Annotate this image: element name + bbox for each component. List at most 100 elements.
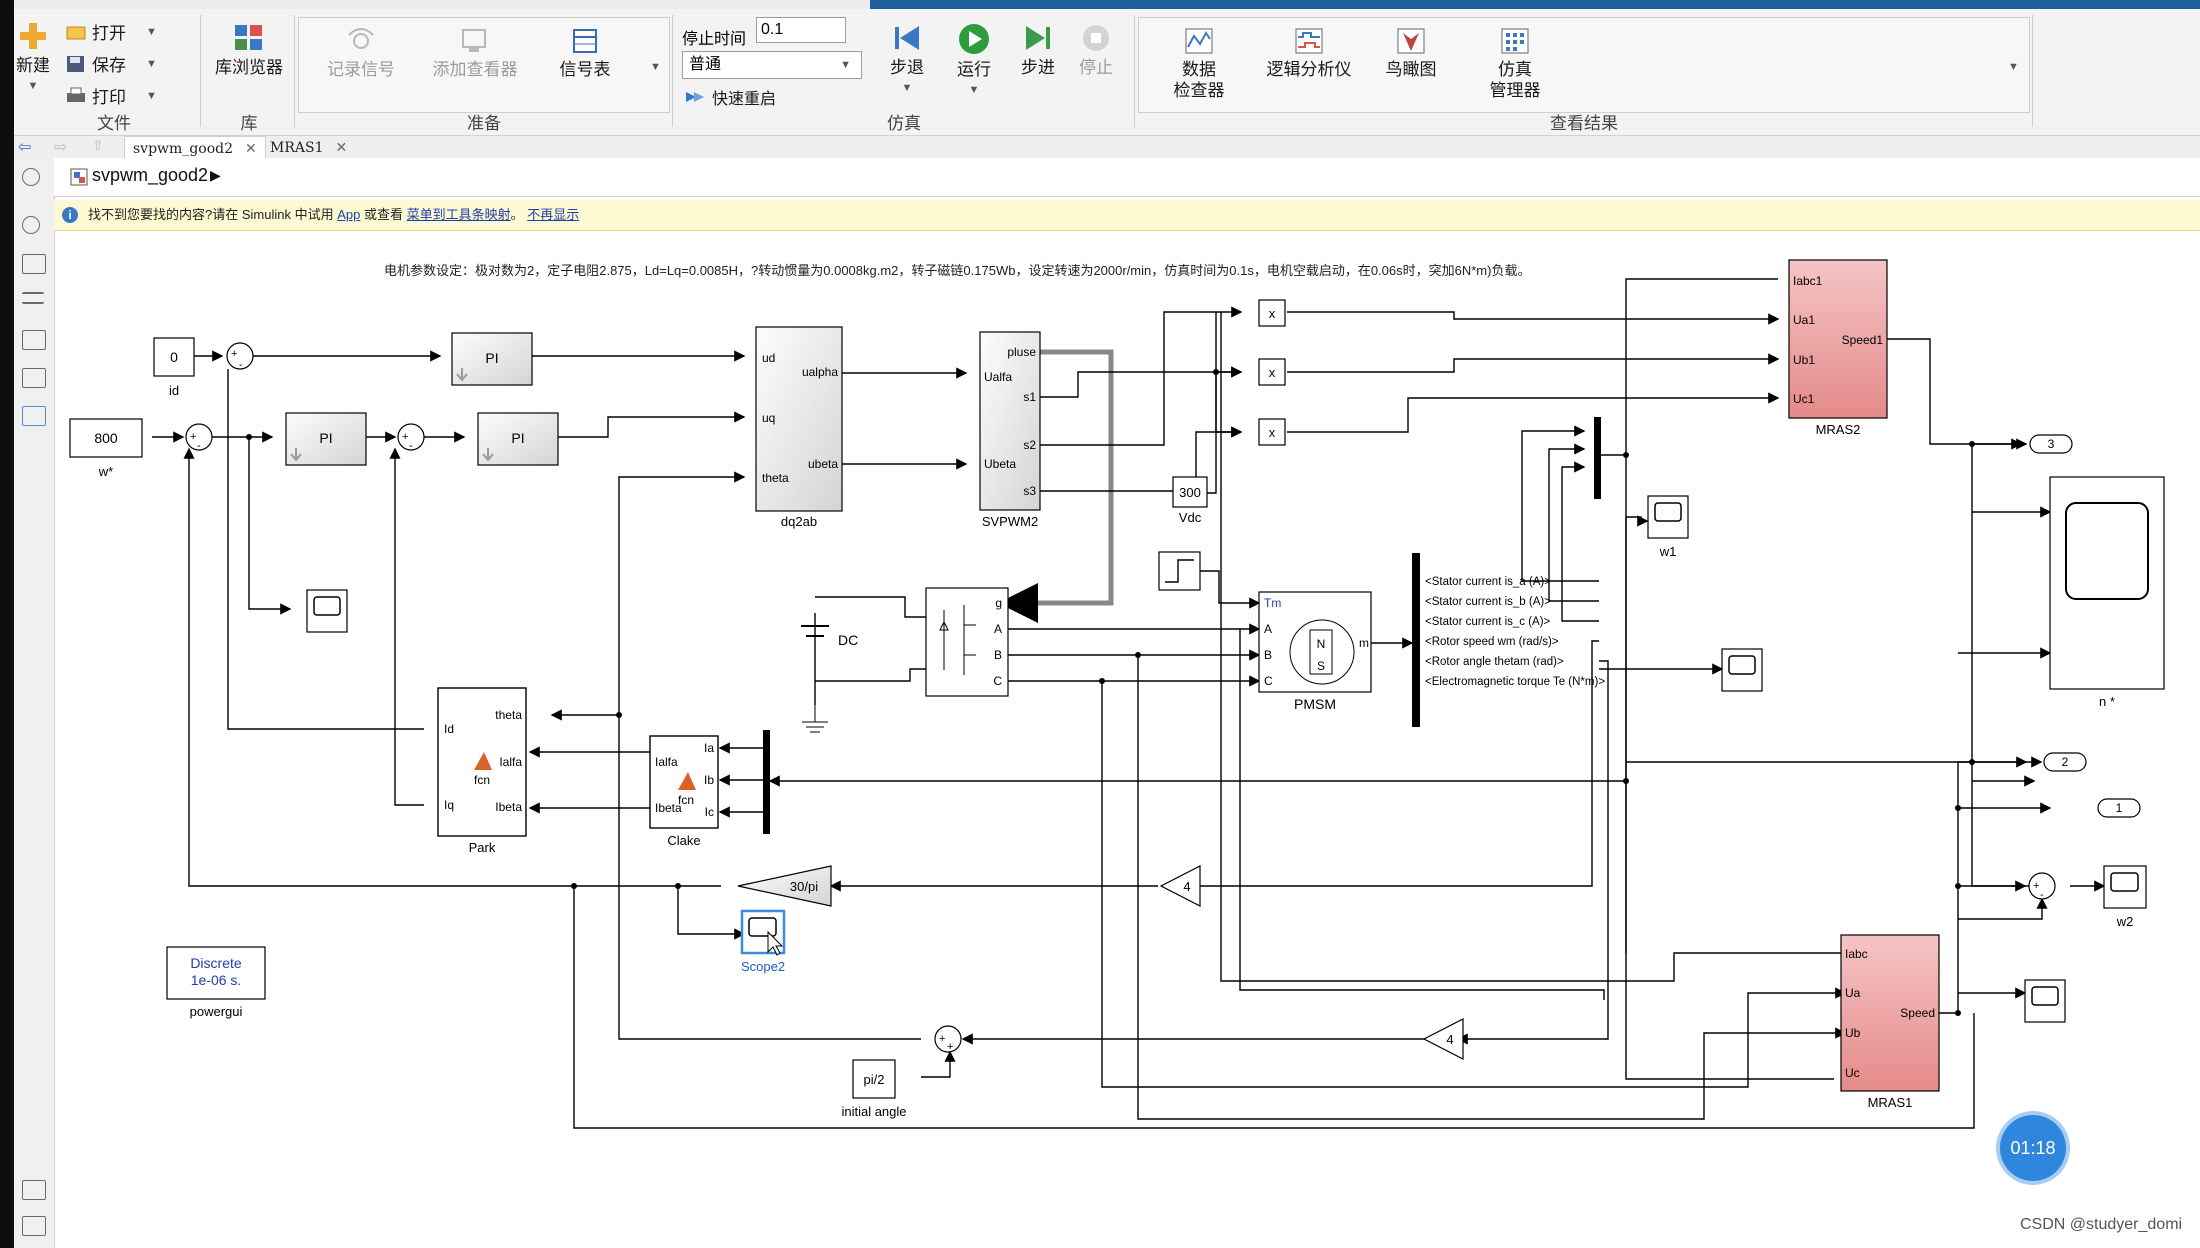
fcn-label: fcn	[678, 793, 694, 807]
recording-timer-badge: 01:18	[2000, 1115, 2066, 1181]
mux-block[interactable]	[1594, 417, 1601, 499]
block-label: x	[1269, 365, 1276, 380]
pi-controller-iq[interactable]: PI	[477, 412, 559, 466]
block-label: PI	[511, 430, 524, 446]
port-label: Ib	[704, 773, 714, 787]
rotor-pole-label: S	[1317, 659, 1325, 673]
scope-block-iq[interactable]	[306, 589, 348, 633]
port-label: B	[1264, 648, 1272, 662]
port-label: g	[995, 596, 1002, 610]
mux-block[interactable]	[763, 730, 770, 834]
block-label: Clake	[667, 833, 700, 848]
product-block[interactable]: x	[1258, 358, 1286, 386]
vdc-constant-block[interactable]: 300 Vdc	[1172, 476, 1208, 525]
mras2-subsystem[interactable]: Iabc1 Ua1 Ub1 Uc1 Speed1 MRAS2	[1788, 259, 1888, 437]
block-label: Vdc	[1179, 510, 1202, 525]
initial-angle-constant[interactable]: pi/2 initial angle	[841, 1059, 907, 1119]
outport-3[interactable]: 3	[2029, 434, 2073, 454]
pmsm-machine-block[interactable]: Tm A B C m N S PMSM	[1258, 591, 1372, 712]
port-label: Ialfa	[655, 755, 678, 769]
scope-block-torque[interactable]	[1721, 648, 1763, 692]
block-label: 4	[1446, 1032, 1453, 1047]
block-label: PI	[319, 430, 332, 446]
block-label: powergui	[190, 1004, 243, 1019]
product-block[interactable]: x	[1258, 299, 1286, 327]
port-label: Ub1	[1793, 353, 1815, 367]
svg-text:+: +	[939, 1033, 945, 1045]
mras1-subsystem[interactable]: Iabc Ua Ub Uc Speed MRAS1	[1840, 934, 1940, 1110]
svg-text:-: -	[197, 440, 201, 452]
park-transform-block[interactable]: Id Iq theta Ialfa Ibeta fcn Park	[437, 687, 527, 855]
svg-text:+: +	[231, 348, 237, 360]
svg-text:-: -	[239, 359, 243, 371]
powergui-block[interactable]: Discrete 1e-06 s. powergui	[166, 946, 266, 1019]
step-load-block[interactable]	[1158, 551, 1201, 591]
block-label: DC	[838, 632, 858, 648]
port-label: Id	[444, 722, 454, 736]
constant-value: 800	[94, 430, 118, 446]
port-label: Iq	[444, 798, 454, 812]
constant-speed-ref-block[interactable]: 800 w*	[69, 418, 143, 479]
constant-id-block[interactable]: 0 id	[153, 337, 195, 398]
dc-voltage-source[interactable]: DC	[801, 625, 858, 733]
port-label: Uc	[1845, 1066, 1860, 1080]
pi-controller-speed[interactable]: PI	[285, 412, 367, 466]
constant-value: 300	[1179, 485, 1201, 500]
port-label: Ub	[1845, 1026, 1861, 1040]
powergui-step: 1e-06 s.	[191, 972, 242, 988]
block-diagram-canvas: 0 id 800 w* +- +- +- ++ +- PI PI PI ud u…	[69, 259, 2165, 1129]
port-label: s1	[1023, 390, 1036, 404]
block-label: MRAS2	[1816, 422, 1861, 437]
port-label: Iabc1	[1793, 274, 1823, 288]
fcn-label: fcn	[474, 773, 490, 787]
gain-4-speed[interactable]: 4	[1159, 865, 1201, 907]
port-number: 3	[2048, 437, 2055, 451]
block-label: PMSM	[1294, 696, 1336, 712]
scope-block-w2[interactable]: w2	[2103, 865, 2147, 929]
svpwm-block[interactable]: Ualfa Ubeta pluse s1 s2 s3 SVPWM2	[979, 331, 1041, 529]
port-label: pluse	[1007, 345, 1036, 359]
scope-block-n[interactable]: n *	[2049, 476, 2165, 709]
bus-signal-label: <Rotor speed wm (rad/s)>	[1425, 636, 1559, 648]
block-label: dq2ab	[781, 514, 817, 529]
block-label: w1	[1659, 544, 1677, 559]
svg-text:+: +	[190, 431, 196, 443]
port-label: C	[1264, 674, 1273, 688]
scope2-block[interactable]: Scope2	[740, 909, 786, 974]
gain-30-over-pi[interactable]: 30/pi	[737, 865, 832, 907]
port-label: uq	[762, 411, 775, 425]
port-label: A	[1264, 622, 1272, 636]
block-label: Scope2	[741, 959, 785, 974]
bus-selector-block[interactable]: <Stator current is_a (A)> <Stator curren…	[1412, 553, 1605, 727]
port-number: 2	[2062, 755, 2069, 769]
outport-2[interactable]: 2	[2043, 752, 2087, 772]
port-label: Ualfa	[984, 370, 1012, 384]
outport-1[interactable]: 1	[2097, 798, 2141, 818]
port-label: s2	[1023, 438, 1036, 452]
clarke-transform-block[interactable]: Ialfa Ibeta Ia Ib Ic fcn Clake	[649, 735, 719, 848]
gain-4-angle[interactable]: 4	[1422, 1018, 1464, 1060]
bus-signal-label: <Stator current is_b (A)>	[1425, 596, 1551, 608]
port-label: ubeta	[808, 457, 838, 471]
scope-block-speed[interactable]	[2024, 979, 2066, 1023]
svg-text:-: -	[2040, 889, 2044, 901]
scope-block-w1[interactable]: w1	[1647, 495, 1689, 559]
block-label: x	[1269, 306, 1276, 321]
block-label: SVPWM2	[982, 514, 1038, 529]
port-label: Speed1	[1842, 333, 1884, 347]
bus-signal-label: <Stator current is_a (A)>	[1425, 576, 1551, 588]
product-block[interactable]: x	[1258, 418, 1286, 446]
dq2ab-block[interactable]: ud uq theta ualpha ubeta dq2ab	[755, 326, 843, 529]
block-label: MRAS1	[1868, 1095, 1913, 1110]
port-label: Ua1	[1793, 313, 1815, 327]
port-label: Ua	[1845, 986, 1861, 1000]
inverter-bridge-block[interactable]: g A B C	[925, 587, 1009, 697]
block-label: initial angle	[841, 1104, 906, 1119]
svg-text:+: +	[2033, 880, 2039, 892]
pi-controller-id[interactable]: PI	[451, 332, 533, 386]
port-label: Iabc	[1845, 947, 1868, 961]
svg-text:-: -	[409, 440, 413, 452]
port-number: 1	[2116, 801, 2123, 815]
block-label: x	[1269, 425, 1276, 440]
port-label: Ic	[705, 805, 714, 819]
